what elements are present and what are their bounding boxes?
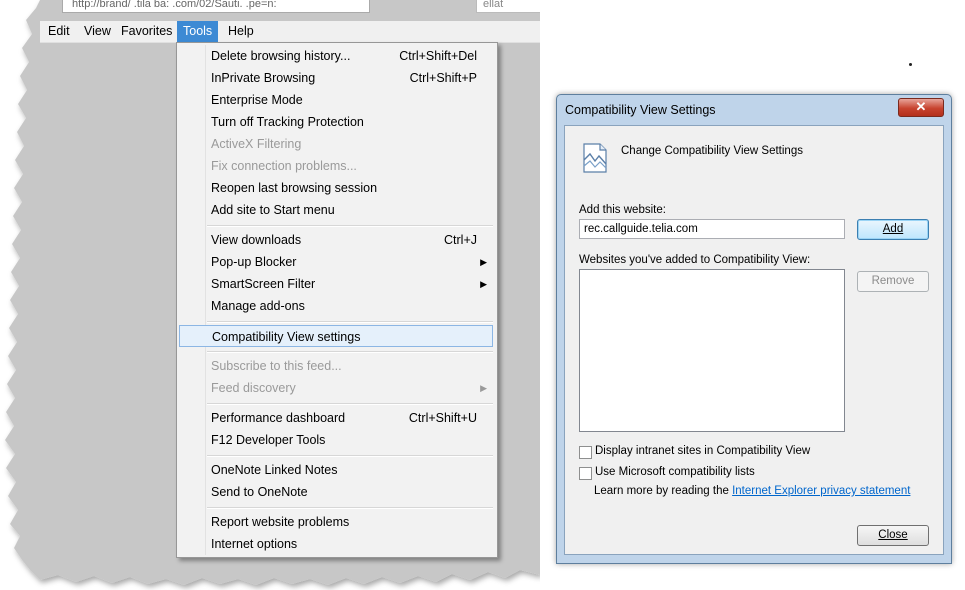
dialog-close-icon[interactable]: ✕	[898, 98, 944, 117]
dialog-client: Change Compatibility View Settings Add t…	[564, 125, 944, 555]
menu-item-label: Delete browsing history...	[211, 49, 351, 63]
address-bar-strip: ↻ http://brand/ .tila ba: .com/02/Sauti.…	[40, 0, 540, 20]
menu-item-shortcut: Ctrl+J	[444, 233, 477, 247]
menu-item-label: Compatibility View settings	[212, 330, 361, 344]
menu-item-performance-dashboard[interactable]: Performance dashboard Ctrl+Shift+U	[177, 407, 497, 429]
tab-fragment-text: ellat	[483, 0, 504, 10]
menu-item-delete-history[interactable]: Delete browsing history... Ctrl+Shift+Del	[177, 45, 497, 67]
menu-item-label: Send to OneNote	[211, 485, 308, 499]
close-button[interactable]: Close	[857, 525, 929, 546]
privacy-statement-link[interactable]: Internet Explorer privacy statement	[732, 485, 910, 497]
menu-help[interactable]: Help	[222, 21, 260, 42]
menu-item-popup-blocker[interactable]: Pop-up Blocker ▶	[177, 251, 497, 273]
menu-separator	[207, 351, 493, 353]
menu-separator	[207, 321, 493, 323]
menu-item-tracking-protection[interactable]: Turn off Tracking Protection	[177, 111, 497, 133]
menu-view[interactable]: View	[78, 21, 117, 42]
menu-item-label: View downloads	[211, 233, 302, 247]
add-website-label: Add this website:	[579, 204, 666, 216]
intranet-checkbox-label: Display intranet sites in Compatibility …	[595, 445, 811, 457]
menu-item-label: F12 Developer Tools	[211, 433, 326, 447]
tab-fragment[interactable]: ellat	[476, 0, 540, 13]
menu-item-f12-tools[interactable]: F12 Developer Tools	[177, 429, 497, 451]
menu-item-label: Performance dashboard	[211, 411, 346, 425]
remove-button: Remove	[857, 271, 929, 292]
menu-item-label: SmartScreen Filter	[211, 277, 316, 291]
submenu-arrow-icon: ▶	[480, 279, 487, 289]
menu-item-label: Feed discovery	[211, 381, 296, 395]
menu-item-label: Report website problems	[211, 515, 350, 529]
address-text: http://brand/ .tila ba: .com/02/Sauti. .…	[72, 0, 277, 10]
menu-bar: Edit View Favorites Tools Help	[40, 21, 540, 43]
learn-more-text: Learn more by reading the Internet Explo…	[594, 485, 910, 497]
add-button[interactable]: Add	[857, 219, 929, 240]
menu-separator	[207, 225, 493, 227]
menu-item-manage-addons[interactable]: Manage add-ons	[177, 295, 497, 317]
menu-item-label: Internet options	[211, 537, 298, 551]
menu-separator	[207, 403, 493, 405]
menu-item-label: OneNote Linked Notes	[211, 463, 338, 477]
menu-item-send-onenote[interactable]: Send to OneNote	[177, 481, 497, 503]
menu-item-fix-connection: Fix connection problems...	[177, 155, 497, 177]
website-input[interactable]	[579, 219, 845, 239]
menu-item-inprivate[interactable]: InPrivate Browsing Ctrl+Shift+P	[177, 67, 497, 89]
menu-item-enterprise-mode[interactable]: Enterprise Mode	[177, 89, 497, 111]
menu-favorites[interactable]: Favorites	[115, 21, 178, 42]
menu-item-add-start-menu[interactable]: Add site to Start menu	[177, 199, 497, 221]
menu-item-shortcut: Ctrl+Shift+U	[408, 411, 477, 425]
menu-item-feed-discovery: Feed discovery ▶	[177, 377, 497, 399]
stray-dot	[909, 63, 912, 66]
menu-separator	[207, 507, 493, 509]
websites-list-label: Websites you've added to Compatibility V…	[579, 254, 811, 266]
menu-tools[interactable]: Tools	[177, 21, 219, 42]
menu-item-label: Subscribe to this feed...	[211, 359, 342, 373]
compat-view-dialog: Compatibility View Settings ✕ Change Com…	[556, 94, 952, 564]
remove-button-label: Remove	[871, 275, 915, 287]
menu-edit[interactable]: Edit	[42, 21, 76, 42]
ms-lists-checkbox[interactable]	[579, 467, 592, 480]
menu-item-label: Enterprise Mode	[211, 93, 303, 107]
menu-item-label: InPrivate Browsing	[211, 71, 316, 85]
menu-item-reopen-session[interactable]: Reopen last browsing session	[177, 177, 497, 199]
menu-item-shortcut: Ctrl+Shift+P	[409, 71, 477, 85]
add-button-label: Add	[882, 223, 904, 235]
menu-item-label: Pop-up Blocker	[211, 255, 297, 269]
menu-separator	[207, 455, 493, 457]
tools-menu: Delete browsing history... Ctrl+Shift+Del…	[176, 42, 498, 558]
submenu-arrow-icon: ▶	[480, 383, 487, 393]
menu-item-activex-filtering: ActiveX Filtering	[177, 133, 497, 155]
close-button-label: Close	[878, 529, 908, 541]
menu-item-label: Manage add-ons	[211, 299, 305, 313]
compat-view-icon	[583, 143, 607, 173]
menu-item-compat-view-settings[interactable]: Compatibility View settings	[179, 325, 493, 347]
menu-item-label: Turn off Tracking Protection	[211, 115, 364, 129]
menu-item-label: Reopen last browsing session	[211, 181, 378, 195]
menu-item-onenote-linked[interactable]: OneNote Linked Notes	[177, 459, 497, 481]
learn-more-prefix: Learn more by reading the	[594, 485, 733, 497]
submenu-arrow-icon: ▶	[480, 257, 487, 267]
menu-item-subscribe-feed: Subscribe to this feed...	[177, 355, 497, 377]
dialog-title: Compatibility View Settings	[565, 103, 716, 117]
menu-item-view-downloads[interactable]: View downloads Ctrl+J	[177, 229, 497, 251]
dialog-heading: Change Compatibility View Settings	[621, 145, 803, 157]
menu-item-label: Add site to Start menu	[211, 203, 335, 217]
menu-item-internet-options[interactable]: Internet options	[177, 533, 497, 555]
dialog-titlebar[interactable]: Compatibility View Settings ✕	[557, 95, 951, 123]
menu-item-report-problems[interactable]: Report website problems	[177, 511, 497, 533]
websites-list[interactable]	[579, 269, 845, 432]
menu-item-label: ActiveX Filtering	[211, 137, 302, 151]
ms-lists-checkbox-label: Use Microsoft compatibility lists	[595, 466, 755, 478]
menu-item-smartscreen[interactable]: SmartScreen Filter ▶	[177, 273, 497, 295]
menu-item-label: Fix connection problems...	[211, 159, 357, 173]
menu-item-shortcut: Ctrl+Shift+Del	[399, 49, 477, 63]
intranet-checkbox[interactable]	[579, 446, 592, 459]
